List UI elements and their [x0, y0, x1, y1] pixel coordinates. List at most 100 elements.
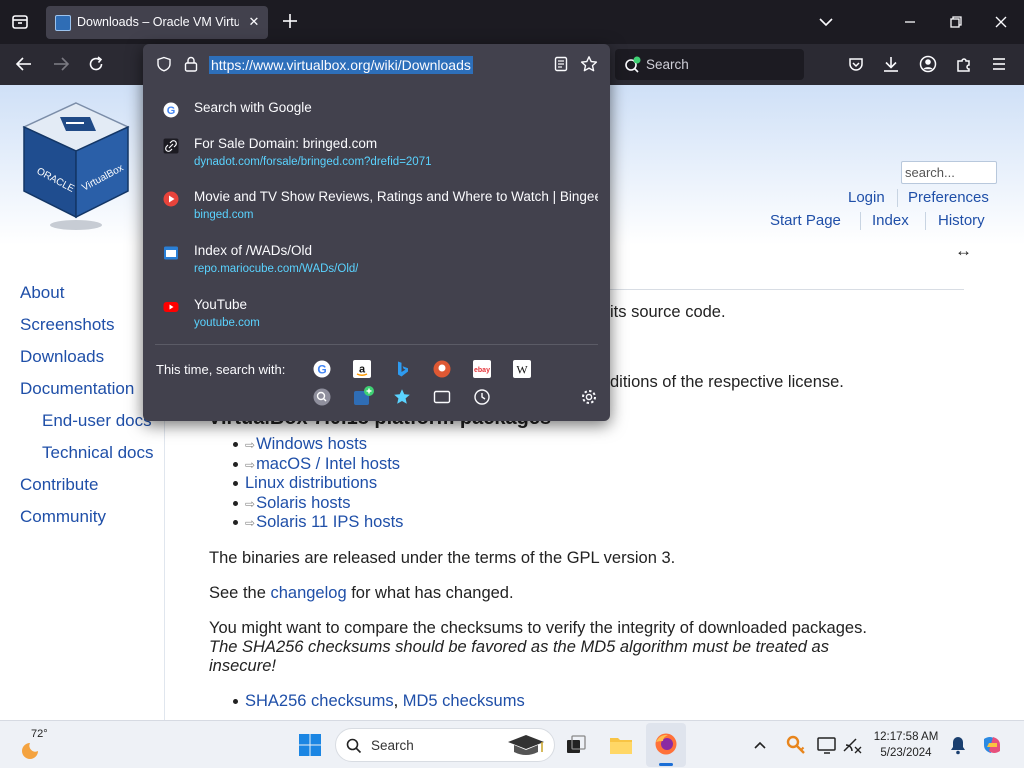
- bookmark-star-icon[interactable]: [580, 55, 598, 73]
- sidebar-item-downloads[interactable]: Downloads: [20, 347, 104, 367]
- ebay-engine-icon[interactable]: ebay: [473, 360, 491, 378]
- changelog-link[interactable]: changelog: [270, 584, 346, 602]
- tab-bar: Downloads – Oracle VM VirtualBox ✕: [0, 0, 1024, 44]
- graduation-cap-icon: [508, 735, 544, 755]
- list-item: ⇨Windows hosts: [233, 435, 367, 454]
- restore-icon[interactable]: [944, 10, 968, 34]
- search-shortcut-icon[interactable]: [313, 388, 331, 406]
- extensions-puzzle-icon[interactable]: [954, 54, 974, 74]
- suggestion-binged[interactable]: Movie and TV Show Reviews, Ratings and W…: [143, 189, 610, 237]
- virtualbox-favicon-icon: [55, 15, 71, 31]
- svg-text:G: G: [167, 105, 176, 117]
- close-window-icon[interactable]: [989, 10, 1013, 34]
- sidebar-item-screenshots[interactable]: Screenshots: [20, 315, 115, 335]
- back-arrow-icon[interactable]: [14, 54, 34, 74]
- bookmarks-star-icon[interactable]: [393, 388, 411, 406]
- reader-view-icon[interactable]: [553, 56, 569, 72]
- list-item: SHA256 checksums, MD5 checksums: [233, 692, 525, 711]
- sidebar-item-end-user-docs[interactable]: End-user docs: [42, 411, 152, 431]
- list-item: ⇨Solaris 11 IPS hosts: [233, 513, 403, 532]
- solaris-hosts-link[interactable]: Solaris hosts: [256, 494, 350, 512]
- forward-arrow-icon[interactable]: [51, 54, 71, 74]
- clock-time: 12:17:58 AM: [873, 731, 939, 743]
- task-view-icon[interactable]: [564, 733, 588, 757]
- suggestion-title: Search with Google: [194, 100, 312, 115]
- sidebar-item-community[interactable]: Community: [20, 507, 106, 527]
- weather-temperature[interactable]: 72°: [31, 728, 48, 740]
- shield-icon[interactable]: [156, 56, 172, 72]
- bing-engine-icon[interactable]: [393, 360, 411, 378]
- duckduckgo-engine-icon[interactable]: [433, 360, 451, 378]
- preferences-link[interactable]: Preferences: [908, 189, 989, 206]
- sidebar-item-contribute[interactable]: Contribute: [20, 475, 98, 495]
- minimize-icon[interactable]: [898, 10, 922, 34]
- google-engine-icon[interactable]: G: [313, 360, 331, 378]
- external-link-icon: ⇨: [245, 458, 256, 472]
- sha256-checksums-link[interactable]: SHA256 checksums: [245, 692, 394, 710]
- file-explorer-icon[interactable]: [609, 733, 633, 757]
- tab-list-icon[interactable]: [8, 10, 32, 34]
- display-icon[interactable]: [815, 733, 839, 757]
- search-icon: [346, 738, 362, 754]
- tab-downloads[interactable]: Downloads – Oracle VM VirtualBox ✕: [46, 6, 268, 39]
- history-clock-icon[interactable]: [473, 388, 491, 406]
- checksum-text: You might want to compare the checksums …: [209, 619, 867, 637]
- tabs-icon[interactable]: [433, 388, 451, 406]
- virtualbox-logo[interactable]: ORACLE VirtualBox: [18, 95, 134, 235]
- copilot-icon[interactable]: [980, 733, 1004, 757]
- bullet-dot: [233, 442, 238, 448]
- taskbar-search-box[interactable]: Search: [335, 728, 555, 762]
- bullet-dot: [233, 462, 238, 468]
- downloads-icon[interactable]: [881, 54, 901, 74]
- wiki-search-input[interactable]: search...: [901, 161, 997, 184]
- list-item: ⇨macOS / Intel hosts: [233, 455, 400, 474]
- history-link[interactable]: History: [938, 212, 985, 229]
- system-clock[interactable]: 12:17:58 AM 5/23/2024: [866, 729, 946, 761]
- search-settings-gear-icon[interactable]: [580, 388, 598, 406]
- sidebar-item-technical-docs[interactable]: Technical docs: [42, 443, 154, 463]
- key-icon[interactable]: [784, 733, 808, 757]
- account-icon[interactable]: [918, 54, 938, 74]
- list-all-tabs-chevron-icon[interactable]: [814, 10, 838, 34]
- md5-checksums-link[interactable]: MD5 checksums: [403, 692, 525, 710]
- add-search-engine-icon[interactable]: [353, 385, 375, 407]
- firefox-taskbar-button[interactable]: [646, 723, 686, 767]
- tab-close-icon[interactable]: ✕: [246, 14, 262, 30]
- windows-start-icon[interactable]: [298, 733, 322, 757]
- start-page-link[interactable]: Start Page: [770, 212, 841, 229]
- suggestion-title: For Sale Domain: bringed.com: [194, 136, 378, 151]
- lock-icon[interactable]: [183, 55, 199, 73]
- changelog-pre-text: See the: [209, 584, 271, 602]
- wikipedia-engine-icon[interactable]: W: [513, 360, 531, 378]
- pocket-icon[interactable]: [846, 54, 866, 74]
- sidebar-item-about[interactable]: About: [20, 283, 64, 303]
- suggestion-wads-index[interactable]: Index of /WADs/Old repo.mariocube.com/WA…: [143, 243, 610, 291]
- chevron-up-icon[interactable]: [750, 735, 770, 755]
- linux-distributions-link[interactable]: Linux distributions: [245, 474, 377, 492]
- macos-intel-hosts-link[interactable]: macOS / Intel hosts: [256, 455, 400, 473]
- amazon-engine-icon[interactable]: a: [353, 360, 371, 378]
- reload-icon[interactable]: [86, 54, 106, 74]
- suggestion-url: youtube.com: [194, 317, 260, 329]
- solaris-11-ips-hosts-link[interactable]: Solaris 11 IPS hosts: [256, 513, 403, 531]
- windows-hosts-link[interactable]: Windows hosts: [256, 435, 367, 453]
- login-link[interactable]: Login: [848, 189, 885, 206]
- expand-arrows-icon[interactable]: ↔: [955, 241, 972, 261]
- suggestion-title: YouTube: [194, 297, 248, 312]
- new-tab-plus-icon[interactable]: [280, 11, 300, 31]
- suggestion-url: dynadot.com/forsale/bringed.com?drefid=2…: [194, 156, 432, 168]
- suggestion-youtube[interactable]: YouTube youtube.com: [143, 297, 610, 345]
- address-bar[interactable]: https://www.virtualbox.org/wiki/Download…: [143, 44, 610, 84]
- weather-moon-icon[interactable]: [20, 737, 44, 761]
- changelog-post-text: for what has changed.: [346, 584, 514, 602]
- hamburger-menu-icon[interactable]: [989, 54, 1009, 74]
- notification-bell-icon[interactable]: [946, 733, 970, 757]
- index-link[interactable]: Index: [872, 212, 909, 229]
- suggestion-bringed-domain[interactable]: For Sale Domain: bringed.com dynadot.com…: [143, 136, 610, 184]
- url-input[interactable]: https://www.virtualbox.org/wiki/Download…: [209, 56, 473, 74]
- sidebar-item-documentation[interactable]: Documentation: [20, 379, 134, 399]
- link-separator: [860, 212, 861, 230]
- bullet-dot: [233, 699, 238, 705]
- network-icon[interactable]: [840, 733, 864, 757]
- web-search-bar[interactable]: Search: [615, 49, 804, 80]
